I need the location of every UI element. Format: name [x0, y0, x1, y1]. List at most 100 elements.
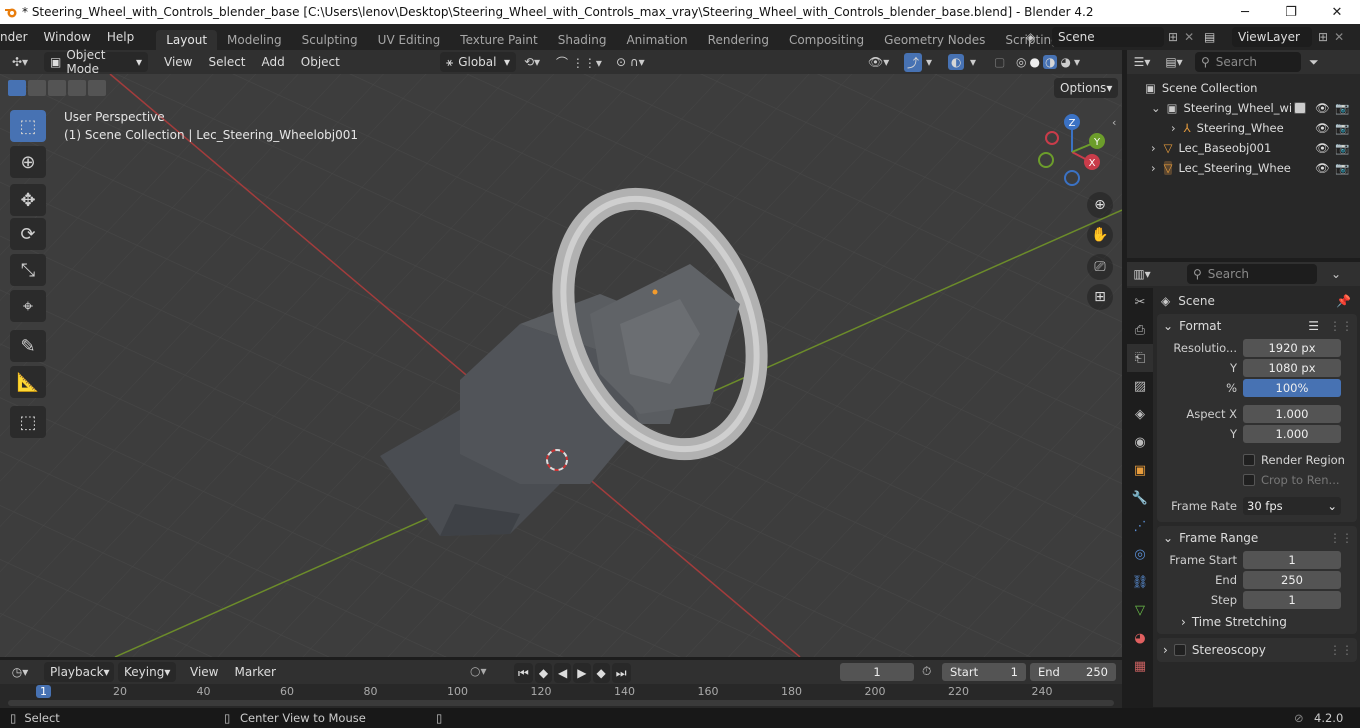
- resolution-y-field[interactable]: 1080 px: [1243, 359, 1341, 377]
- minimize-button[interactable]: ─: [1222, 0, 1268, 24]
- expand-arrow-icon[interactable]: ⌄: [1151, 101, 1161, 115]
- view-layer-icon[interactable]: ▤: [1204, 30, 1232, 44]
- outliner-search-input[interactable]: ⚲ Search: [1195, 52, 1301, 72]
- play-icon[interactable]: ▶: [573, 663, 591, 683]
- playback-dropdown[interactable]: Playback ▾: [44, 662, 114, 682]
- properties-search-input[interactable]: ⚲ Search: [1187, 264, 1317, 284]
- outliner-item-lec-baseobj001[interactable]: › ▽ Lec_Baseobj001 👁 📷: [1127, 138, 1360, 158]
- data-tab-icon[interactable]: ▽: [1127, 596, 1153, 624]
- material-tab-icon[interactable]: ◕: [1127, 624, 1153, 652]
- outliner-item-scene-collection[interactable]: ▣ Scene Collection: [1127, 78, 1360, 98]
- wireframe-shading-icon[interactable]: ◎: [1016, 55, 1026, 69]
- resolution-percent-slider[interactable]: 100%: [1243, 379, 1341, 397]
- render-tab-icon[interactable]: ⎙: [1127, 316, 1153, 344]
- select-box-tool[interactable]: ⬚: [10, 110, 46, 142]
- orientation-dropdown[interactable]: ⚹ Global ▾: [440, 52, 516, 72]
- stereoscopy-checkbox[interactable]: [1173, 644, 1186, 656]
- pin-icon[interactable]: 📌: [1336, 294, 1351, 308]
- camera-render-icon[interactable]: 📷: [1335, 101, 1349, 115]
- tab-texture-paint[interactable]: Texture Paint: [450, 30, 547, 50]
- snap-icon[interactable]: ⌒ ⋮⋮▾: [556, 54, 602, 71]
- timeline-menu-marker[interactable]: Marker: [226, 665, 283, 679]
- timeline-ruler[interactable]: 1 20 40 60 80 100 120 140 160 180 200 220 240: [0, 684, 1122, 708]
- modifier-tab-icon[interactable]: 🔧: [1127, 484, 1153, 512]
- outliner-item-steering-wheel-collection[interactable]: ⌄ ▣ Steering_Wheel_wi 👁 📷: [1127, 98, 1360, 118]
- gizmo-toggle-icon[interactable]: ⤴: [904, 52, 923, 72]
- eye-icon[interactable]: 👁: [1315, 101, 1330, 115]
- camera-render-icon[interactable]: 📷: [1335, 121, 1349, 135]
- overlay-toggle-icon[interactable]: ◐: [948, 54, 965, 70]
- camera-icon[interactable]: ⎚: [1087, 254, 1113, 280]
- chevron-down-icon[interactable]: ⌄: [1331, 267, 1341, 281]
- select-subtract-icon[interactable]: [48, 80, 66, 96]
- timeline-scrollbar[interactable]: [8, 700, 1114, 706]
- display-mode-icon[interactable]: ▤▾: [1157, 55, 1191, 69]
- outliner-editor-icon[interactable]: ☰▾: [1127, 55, 1157, 69]
- record-icon[interactable]: ○▾: [470, 664, 487, 678]
- play-reverse-icon[interactable]: ◀: [554, 663, 572, 683]
- tab-sculpting[interactable]: Sculpting: [292, 30, 368, 50]
- tab-geometry-nodes[interactable]: Geometry Nodes: [874, 30, 995, 50]
- scale-tool[interactable]: ⤡: [10, 254, 46, 286]
- zoom-icon[interactable]: ⊕: [1087, 192, 1113, 218]
- next-keyframe-icon[interactable]: ◆: [592, 663, 610, 683]
- properties-editor-icon[interactable]: ▥▾: [1127, 267, 1157, 281]
- editor-type-icon[interactable]: ✣▾: [0, 55, 40, 69]
- chevron-down-icon[interactable]: ▾: [926, 55, 932, 69]
- close-scene-icon[interactable]: ✕: [1184, 30, 1194, 44]
- menu-window[interactable]: Window: [36, 30, 99, 44]
- expand-arrow-icon[interactable]: ›: [1151, 141, 1156, 155]
- expand-arrow-icon[interactable]: ›: [1171, 121, 1176, 135]
- menu-view[interactable]: View: [156, 55, 200, 69]
- close-view-layer-icon[interactable]: ✕: [1334, 30, 1344, 44]
- solid-shading-icon[interactable]: ●: [1029, 55, 1039, 69]
- mode-dropdown[interactable]: ▣ Object Mode ▾: [44, 48, 148, 76]
- cursor-tool[interactable]: ⊕: [10, 146, 46, 178]
- drag-handle-icon[interactable]: ⋮⋮: [1329, 643, 1353, 657]
- frame-rate-dropdown[interactable]: 30 fps ⌄: [1243, 497, 1341, 515]
- perspective-grid-icon[interactable]: ⊞: [1087, 284, 1113, 310]
- render-region-checkbox[interactable]: [1243, 454, 1255, 466]
- drag-handle-icon[interactable]: ⋮⋮: [1329, 319, 1353, 333]
- tab-layout[interactable]: Layout: [156, 30, 218, 50]
- view-layer-tab-icon[interactable]: ▨: [1127, 372, 1153, 400]
- presets-icon[interactable]: ☰: [1308, 319, 1319, 333]
- tool-tab-icon[interactable]: ✂: [1127, 288, 1153, 316]
- menu-object[interactable]: Object: [293, 55, 348, 69]
- frame-start-field[interactable]: 1: [1243, 551, 1341, 569]
- aspect-y-field[interactable]: 1.000: [1243, 425, 1341, 443]
- visibility-icon[interactable]: 👁▾: [868, 55, 889, 69]
- resolution-x-field[interactable]: 1920 px: [1243, 339, 1341, 357]
- stopwatch-icon[interactable]: ⏱: [922, 664, 931, 679]
- timeline-editor-icon[interactable]: ◷▾: [0, 665, 40, 679]
- 3d-viewport[interactable]: User Perspective (1) Scene Collection | …: [0, 74, 1122, 657]
- stereoscopy-panel-header[interactable]: › Stereoscopy ⋮⋮: [1157, 638, 1357, 662]
- select-intersect-icon[interactable]: [88, 80, 106, 96]
- chevron-down-icon[interactable]: ▾: [970, 55, 976, 69]
- frame-range-panel-header[interactable]: ⌄ Frame Range ⋮⋮: [1157, 526, 1357, 550]
- particles-tab-icon[interactable]: ⋰: [1127, 512, 1153, 540]
- options-dropdown[interactable]: Options ▾: [1054, 78, 1118, 98]
- end-frame-field[interactable]: End 250: [1030, 663, 1116, 681]
- time-stretching-subpanel[interactable]: › Time Stretching: [1157, 610, 1357, 634]
- start-frame-field[interactable]: Start 1: [942, 663, 1026, 681]
- menu-select[interactable]: Select: [200, 55, 253, 69]
- xray-icon[interactable]: ▢: [994, 55, 1005, 69]
- tab-uv-editing[interactable]: UV Editing: [368, 30, 451, 50]
- scene-name-field[interactable]: Scene: [1052, 27, 1164, 47]
- outliner-item-lec-steering-wheel[interactable]: › ▽ Lec_Steering_Whee 👁 📷: [1127, 158, 1360, 178]
- scene-icon[interactable]: ◈: [1026, 30, 1052, 44]
- tab-modeling[interactable]: Modeling: [217, 30, 292, 50]
- format-panel-header[interactable]: ⌄ Format ☰ ⋮⋮: [1157, 314, 1357, 338]
- output-tab-icon[interactable]: ⎗: [1127, 344, 1153, 372]
- view-layer-field[interactable]: ViewLayer: [1232, 27, 1312, 47]
- exclude-checkbox[interactable]: [1294, 102, 1306, 114]
- keying-dropdown[interactable]: Keying ▾: [118, 662, 176, 682]
- move-tool[interactable]: ✥: [10, 184, 46, 216]
- world-tab-icon[interactable]: ◉: [1127, 428, 1153, 456]
- select-invert-icon[interactable]: [68, 80, 86, 96]
- drag-handle-icon[interactable]: ⋮⋮: [1329, 531, 1353, 545]
- eye-icon[interactable]: 👁: [1315, 141, 1330, 155]
- jump-end-icon[interactable]: ⏭: [611, 663, 631, 683]
- frame-end-field[interactable]: 250: [1243, 571, 1341, 589]
